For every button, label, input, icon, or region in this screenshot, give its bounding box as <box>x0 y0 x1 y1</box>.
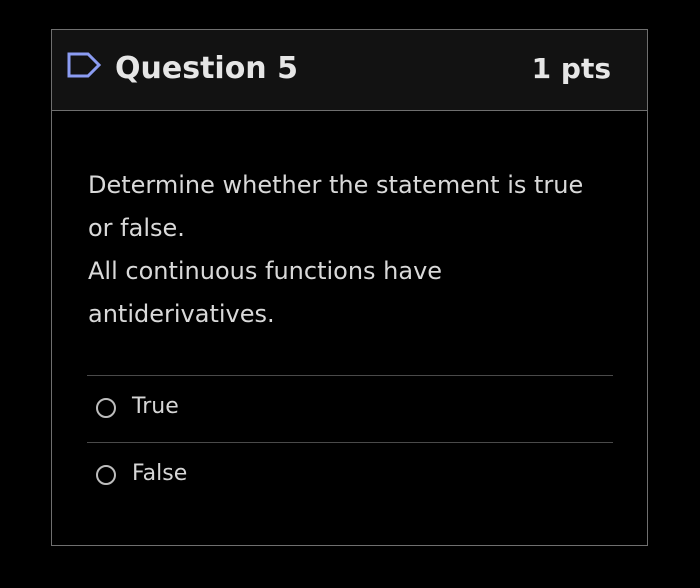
radio-button-false[interactable] <box>96 465 116 485</box>
radio-button-true[interactable] <box>96 398 116 418</box>
question-title: Question 5 <box>115 51 298 86</box>
answer-list: True False <box>87 375 613 509</box>
answer-option-true[interactable]: True <box>87 375 613 442</box>
question-text-line: antiderivatives. <box>88 300 275 328</box>
question-header: Question 5 1 pts <box>52 30 647 111</box>
question-text-line: Determine whether the statement is true <box>88 171 584 199</box>
flag-icon[interactable] <box>66 51 102 79</box>
answer-label[interactable]: True <box>132 393 179 421</box>
question-points: 1 pts <box>531 52 611 85</box>
answer-label[interactable]: False <box>132 460 187 488</box>
answer-option-false[interactable]: False <box>87 442 613 509</box>
question-text: Determine whether the statement is true … <box>88 164 618 336</box>
question-text-line: All continuous functions have <box>88 257 443 285</box>
question-text-line: or false. <box>88 214 185 242</box>
